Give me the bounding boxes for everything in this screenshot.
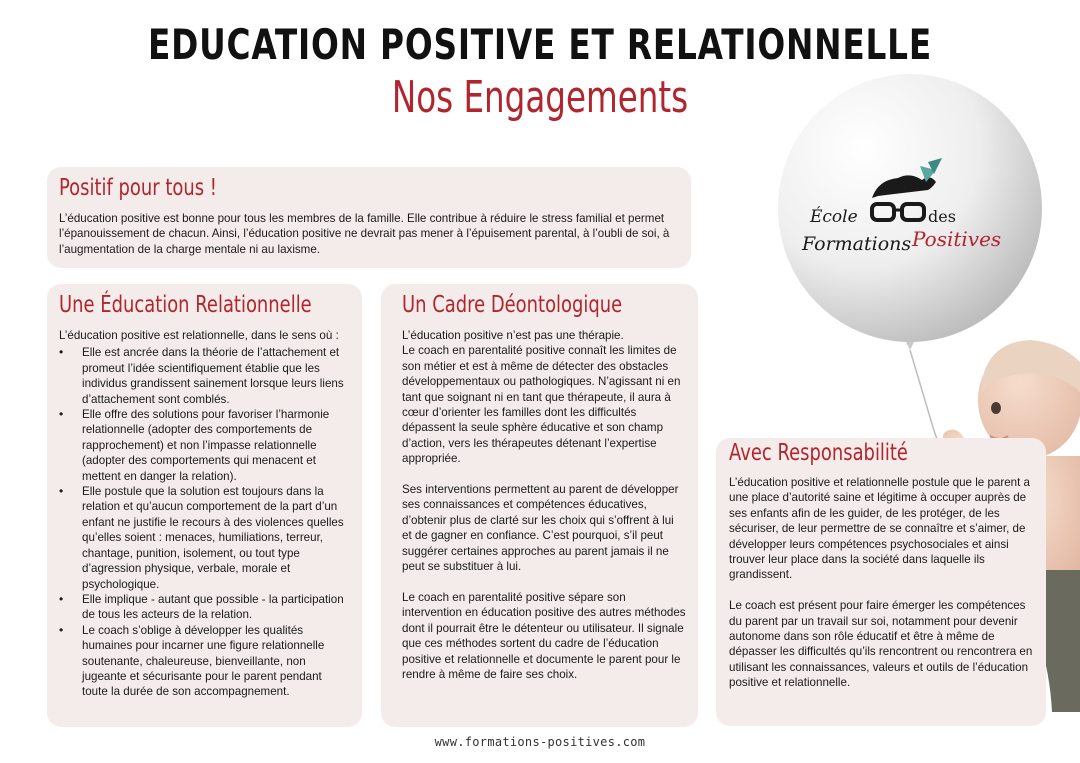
list-item: Le coach s’oblige à développer les quali… [59,623,350,700]
logo-text-formations: Formations [801,233,911,255]
main-title: EDUCATION POSITIVE ET RELATIONNELLE [148,20,932,69]
list-item: Elle offre des solutions pour favoriser … [59,407,350,484]
logo-text-positives: Positives [911,227,1001,251]
logo-text-des: des [928,207,956,226]
heading-cadre: Un Cadre Déontologique [402,292,623,318]
card-relation: Une Éducation Relationnelle L’éducation … [47,284,362,727]
cadre-paragraph-4: Le coach en parentalité positive sépare … [402,590,686,681]
intro-relation: L’éducation positive est relationnelle, … [59,329,339,342]
card-positif: Positif pour tous ! L’éducation positive… [47,167,691,268]
list-item: Elle postule que la solution est toujour… [59,484,350,592]
cadre-paragraph-1: L’éducation positive n’est pas une théra… [402,329,624,342]
cadre-paragraph-3: Ses interventions permettent au parent d… [402,483,679,574]
heading-positif: Positif pour tous ! [59,175,217,201]
balloon-string [909,349,945,445]
text-positif: L’éducation positive est bonne pour tous… [59,212,670,256]
heading-resp: Avec Responsabilité [729,440,908,466]
list-item: Elle est ancrée dans la théorie de l’att… [59,345,350,407]
cadre-paragraph-2: Le coach en parentalité positive connaît… [402,344,681,466]
card-cadre: Un Cadre Déontologique L’éducation posit… [381,284,698,727]
resp-paragraph-1: L’éducation positive et relationnelle po… [729,476,1031,582]
resp-paragraph-2: Le coach est présent pour faire émerger … [729,599,1033,690]
website-link[interactable]: www.formations-positives.com [0,735,1080,749]
logo-text-ecole: École [809,206,858,227]
list-relation: Elle est ancrée dans la théorie de l’att… [59,345,350,699]
card-resp: Avec Responsabilité L’éducation positive… [716,438,1046,726]
list-item: Elle implique - autant que possible - la… [59,592,350,623]
heading-relation: Une Éducation Relationnelle [59,292,312,318]
